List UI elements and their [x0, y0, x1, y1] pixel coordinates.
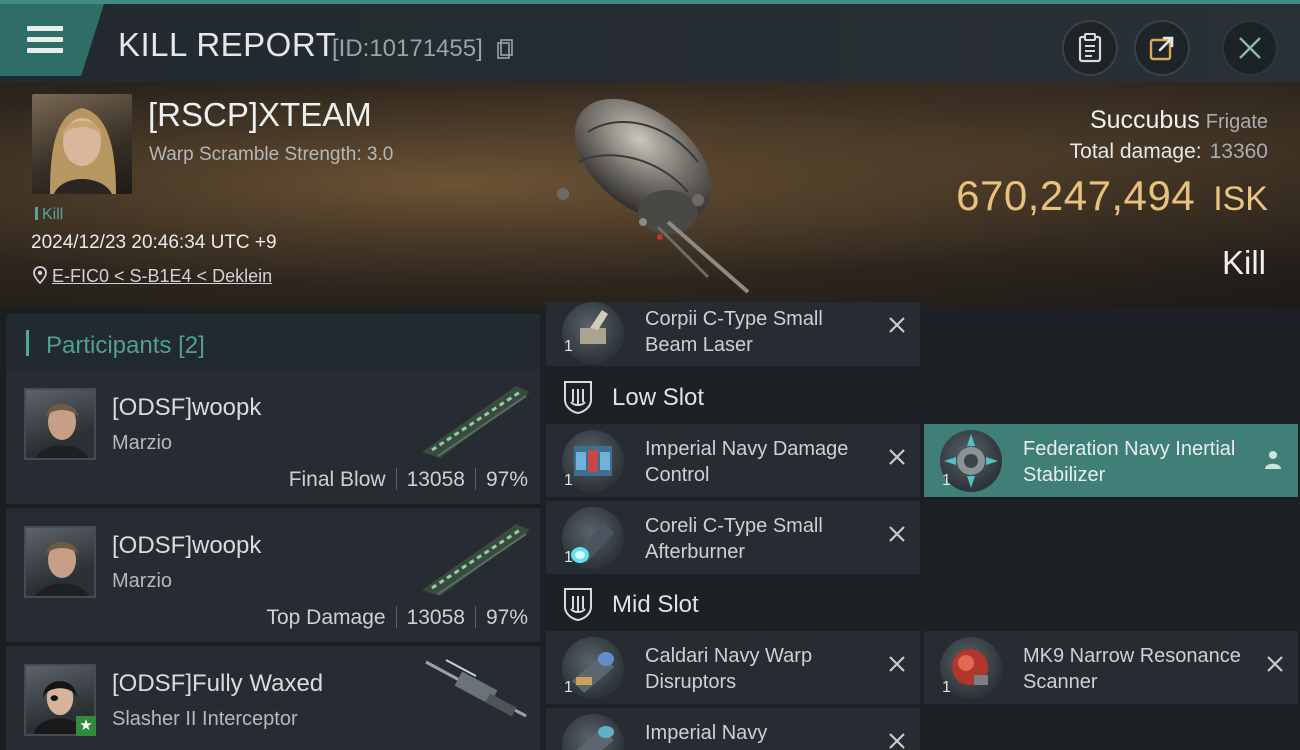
participant-row[interactable]: [ODSF]woopk Marzio Final Blow 13058 97% [6, 370, 540, 504]
module-icon [562, 714, 624, 750]
total-damage-label: Total damage: [1069, 140, 1202, 163]
mid-slot-header: Mid Slot [540, 575, 910, 633]
star-badge-icon: ★ [76, 716, 96, 736]
destroyed-x-icon [889, 733, 905, 749]
module-name: Imperial Navy [645, 722, 768, 744]
module-name: Coreli C-Type Small Afterburner [645, 515, 823, 563]
module-quantity: 1 [564, 472, 573, 489]
participants-title: Participants [2] [46, 332, 205, 360]
module-item[interactable]: 1 Imperial Navy Damage Control [546, 424, 920, 497]
destroyed-x-icon [889, 526, 905, 542]
victim-ship-name[interactable]: Succubus Frigate [1090, 106, 1268, 135]
timestamp: 2024/12/23 20:46:34 UTC +9 [31, 232, 277, 253]
header-bar: KILL REPORT [ID:10171455] [0, 0, 1300, 82]
module-item[interactable]: 1 Corpii C-Type Small Beam Laser [546, 302, 920, 366]
total-damage: Total damage: 13360 [1070, 140, 1268, 164]
menu-button[interactable] [0, 4, 104, 76]
participant-stats: Top Damage 13058 97% [266, 606, 528, 630]
location-link[interactable]: E-FIC0 < S-B1E4 < Deklein [33, 266, 272, 287]
clipboard-button[interactable] [1062, 20, 1118, 76]
participants-count: [2] [178, 332, 205, 359]
avatar: ★ [24, 664, 96, 736]
victim-name[interactable]: [RSCP]XTEAM [148, 96, 372, 134]
participant-ship: Marzio [112, 570, 173, 592]
victim-subtitle: Warp Scramble Strength: 3.0 [149, 144, 394, 165]
destroyed-x-icon [1267, 656, 1283, 672]
mid-slot-icon [564, 588, 592, 621]
ship-name-text: Succubus [1089, 106, 1200, 134]
isk-value-line: 670,247,494 ISK [956, 172, 1268, 220]
copy-icon[interactable] [497, 39, 513, 59]
participant-damage-label: Final Blow [288, 468, 386, 491]
mid-slot-title: Mid Slot [612, 591, 699, 618]
participants-title-text: Participants [46, 332, 172, 359]
fitting-panel: 1 Corpii C-Type Small Beam Laser Low Slo… [540, 302, 1300, 750]
participants-header: Participants [2] [6, 314, 540, 372]
close-button[interactable] [1222, 20, 1278, 76]
module-item-dropped[interactable]: 1 Federation Navy Inertial Stabilizer [924, 424, 1298, 497]
module-quantity: 1 [564, 679, 573, 696]
total-damage-value: 13360 [1209, 140, 1268, 163]
destroyed-x-icon [889, 656, 905, 672]
module-name: Corpii C-Type Small Beam Laser [645, 308, 823, 356]
participant-damage: 13058 [406, 468, 465, 491]
victim-portrait[interactable] [32, 94, 132, 194]
location-text: E-FIC0 < S-B1E4 < Deklein [52, 266, 273, 286]
participant-percent: 97% [485, 468, 528, 491]
module-name: MK9 Narrow Resonance Scanner [1023, 645, 1241, 693]
participant-name: [ODSF]Fully Waxed [112, 670, 324, 697]
clipboard-icon [1078, 33, 1102, 63]
isk-unit: ISK [1213, 180, 1268, 218]
participant-percent: 97% [485, 606, 528, 629]
result-label: Kill [1221, 244, 1266, 281]
module-item[interactable]: Imperial Navy [546, 708, 920, 750]
destroyed-x-icon [889, 317, 905, 333]
participant-row[interactable]: [ODSF]woopk Marzio Top Damage 13058 97% [6, 508, 540, 642]
person-icon [1265, 451, 1281, 469]
isk-value: 670,247,494 [956, 172, 1196, 219]
victim-ship-image [557, 98, 750, 294]
low-slot-header: Low Slot [540, 368, 910, 426]
module-item[interactable]: 1 Coreli C-Type Small Afterburner [546, 501, 920, 574]
share-icon [1149, 36, 1174, 61]
module-quantity: 1 [942, 679, 951, 696]
participant-ship-image [422, 524, 530, 596]
participants-panel: Participants [2] [ODSF]woopk Marzio Fina… [0, 308, 540, 750]
avatar [24, 526, 96, 598]
close-icon [1239, 37, 1261, 59]
low-slot-title: Low Slot [612, 384, 705, 411]
ship-class: Frigate [1205, 111, 1268, 133]
participant-name: [ODSF]woopk [112, 532, 262, 559]
module-quantity: 1 [564, 549, 573, 566]
module-item[interactable]: 1 Caldari Navy Warp Disruptors [546, 631, 920, 704]
participant-damage: 13058 [406, 606, 465, 629]
avatar [24, 388, 96, 460]
participant-stats: Final Blow 13058 97% [289, 468, 528, 492]
participant-ship: Slasher II Interceptor [112, 708, 298, 730]
participant-name: [ODSF]woopk [112, 394, 262, 421]
share-button[interactable] [1134, 20, 1190, 76]
participant-ship-image [425, 659, 527, 718]
participant-ship-image [422, 386, 530, 458]
module-quantity: 1 [942, 472, 951, 489]
location-pin-icon [33, 266, 47, 284]
participant-damage-label: Top Damage [266, 606, 386, 629]
destroyed-x-icon [889, 449, 905, 465]
page-title: KILL REPORT [118, 26, 337, 63]
module-item[interactable]: 1 MK9 Narrow Resonance Scanner [924, 631, 1298, 704]
module-name: Caldari Navy Warp Disruptors [645, 645, 813, 693]
victim-panel: [RSCP]XTEAM Warp Scramble Strength: 3.0 … [0, 82, 1300, 308]
report-id: [ID:10171455] [332, 35, 483, 62]
module-name: Imperial Navy Damage Control [645, 438, 849, 486]
module-quantity: 1 [564, 338, 573, 355]
low-slot-icon [564, 381, 592, 414]
kill-tag: Kill [35, 206, 63, 224]
participant-ship: Marzio [112, 432, 173, 454]
module-name: Federation Navy Inertial Stabilizer [1023, 438, 1236, 486]
participant-row[interactable]: ★ [ODSF]Fully Waxed Slasher II Intercept… [6, 646, 540, 750]
